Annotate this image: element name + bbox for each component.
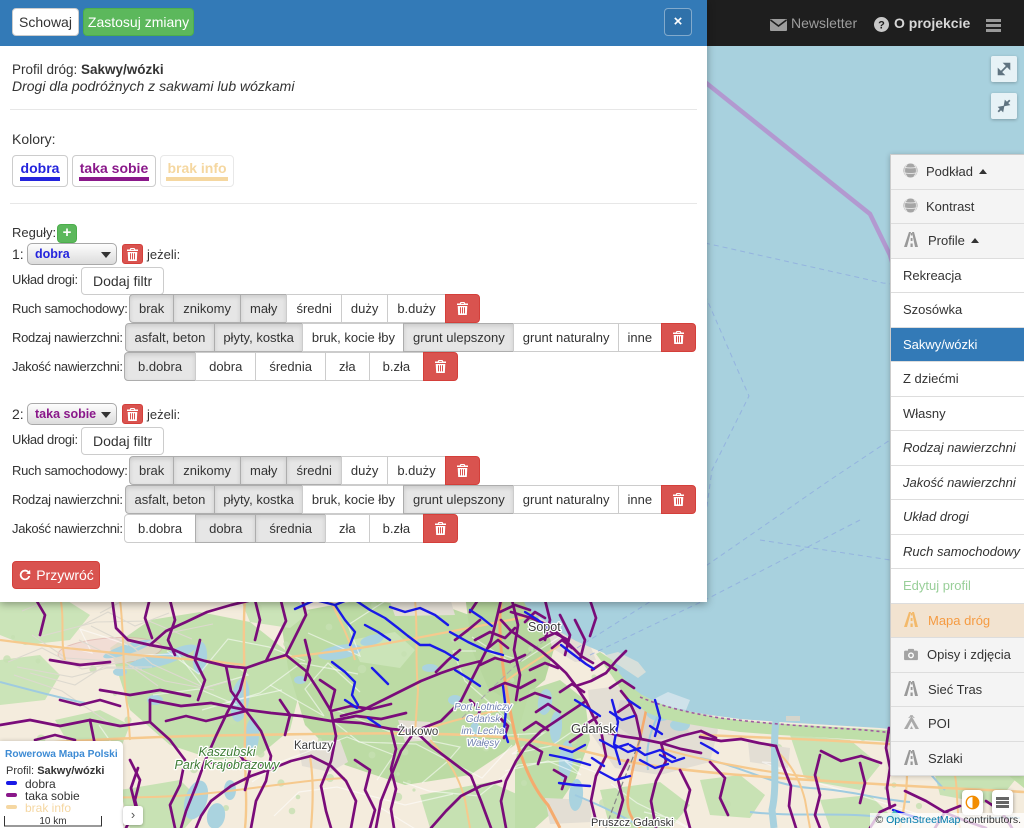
svg-text:Żukowo: Żukowo bbox=[398, 725, 438, 738]
svg-text:Port Lotniczy: Port Lotniczy bbox=[454, 702, 513, 713]
svg-text:Kartuzy: Kartuzy bbox=[294, 740, 333, 752]
svg-text:?: ? bbox=[878, 19, 885, 31]
svg-text:Kaszubski: Kaszubski bbox=[199, 745, 257, 759]
svg-text:Gdańsk: Gdańsk bbox=[466, 714, 501, 725]
svg-text:Gdańsk: Gdańsk bbox=[571, 721, 616, 736]
svg-text:Sopot: Sopot bbox=[528, 620, 561, 634]
svg-text:Pruszcz Gdański: Pruszcz Gdański bbox=[591, 817, 674, 828]
svg-text:Park Krajobrazowy: Park Krajobrazowy bbox=[175, 758, 281, 772]
svg-text:im. Lecha: im. Lecha bbox=[461, 726, 505, 737]
svg-text:10 km: 10 km bbox=[39, 816, 66, 827]
svg-text:Wałęsy: Wałęsy bbox=[467, 738, 501, 749]
